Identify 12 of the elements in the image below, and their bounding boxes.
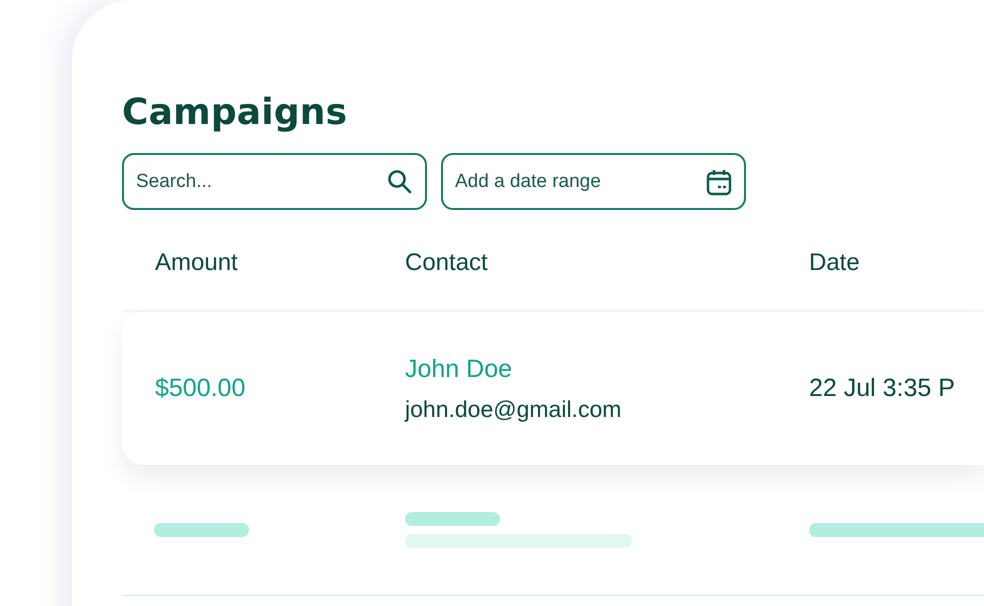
page-title: Campaigns (122, 92, 348, 133)
date-range-field[interactable]: Add a date range (441, 153, 746, 210)
search-icon (387, 168, 413, 194)
column-header: Date (809, 249, 860, 276)
column-header: Amount (155, 249, 238, 276)
date-text: 22 Jul 3:35 P (809, 374, 955, 402)
column-header: Contact (405, 249, 488, 276)
contact-name: John Doe (405, 354, 514, 384)
search-field[interactable]: Search... (122, 153, 427, 210)
amount-text: $500.00 (155, 374, 246, 402)
contact-email: john.doe@gmail.com (405, 396, 622, 422)
calendar-icon (706, 168, 732, 196)
